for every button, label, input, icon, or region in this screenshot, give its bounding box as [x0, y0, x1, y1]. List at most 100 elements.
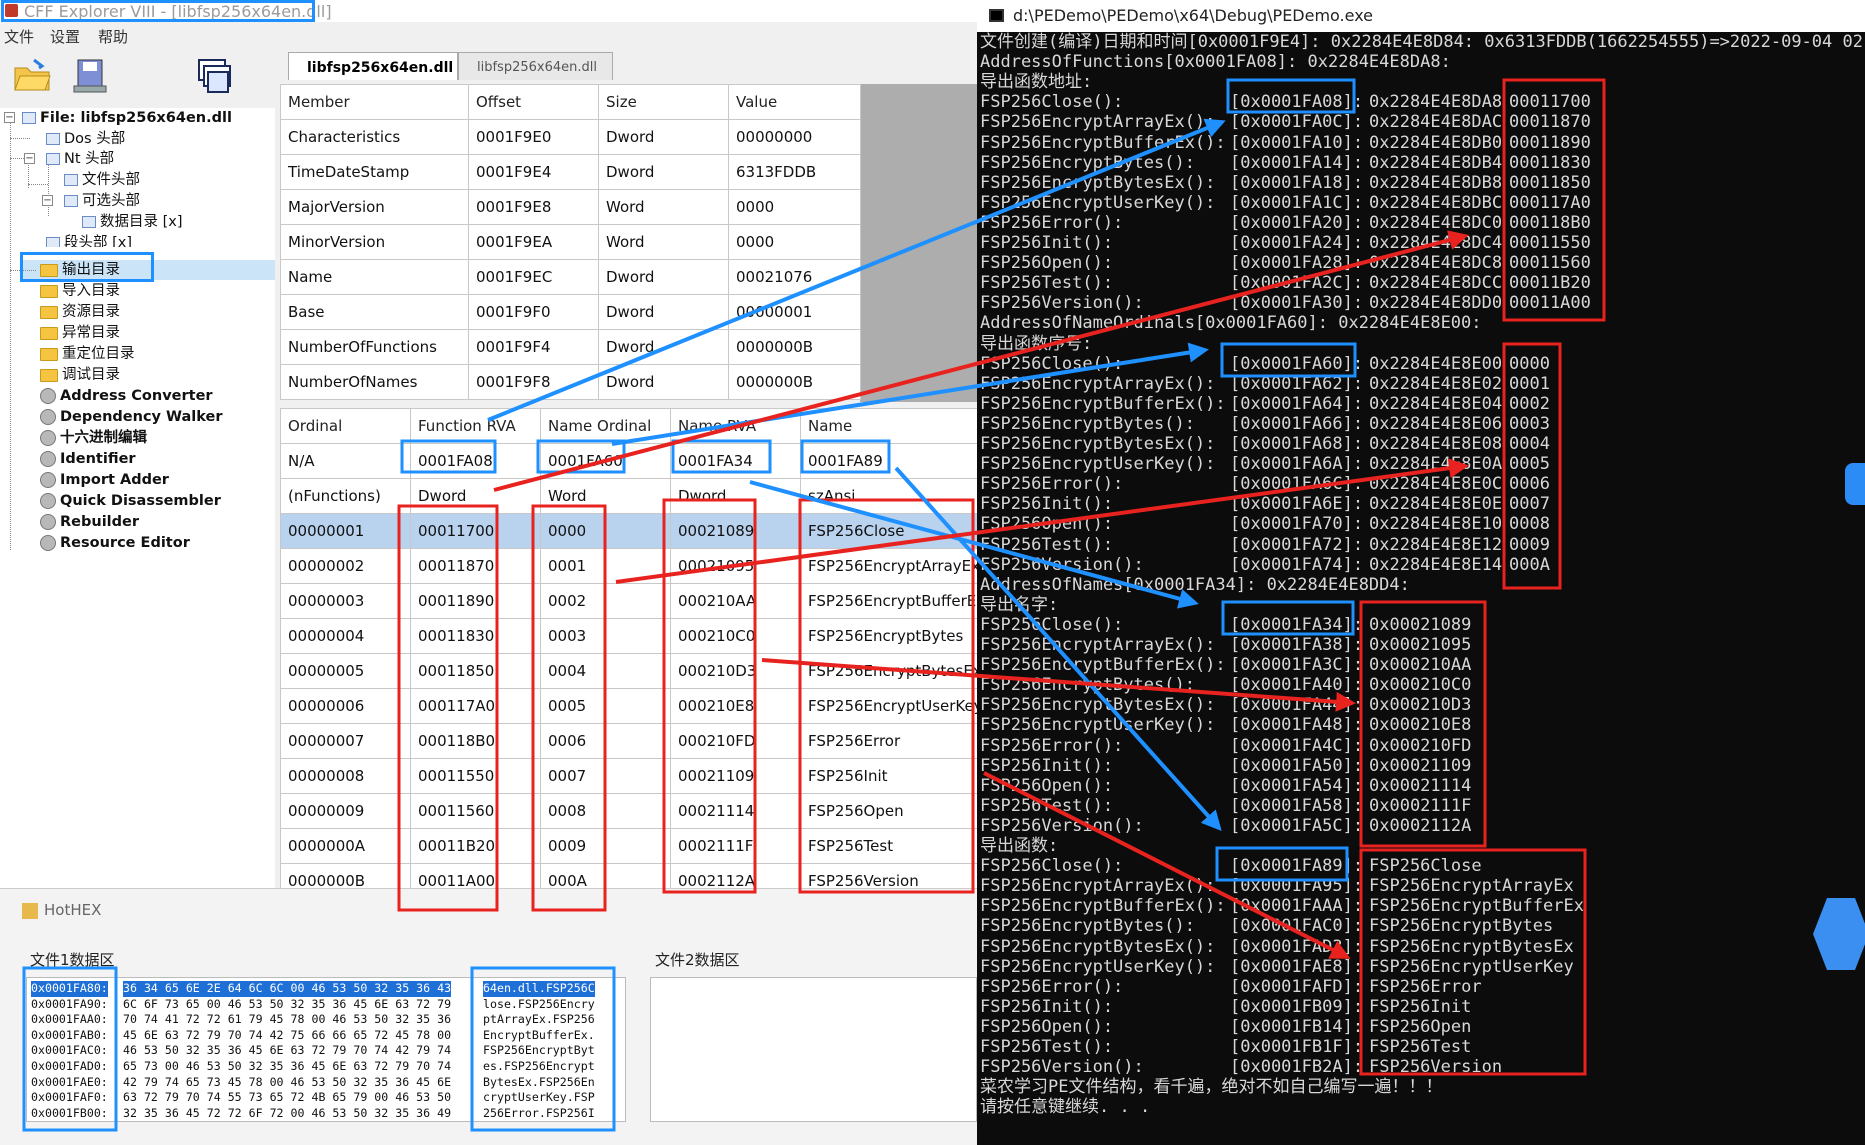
col-member[interactable]: Member — [280, 84, 469, 120]
tree-address-converter[interactable]: Address Converter — [40, 386, 213, 406]
console-field: FSP256Close(): — [980, 856, 1124, 877]
cell: MajorVersion — [280, 189, 469, 225]
tree-section-headers[interactable]: 段头部 [x] — [46, 233, 132, 247]
tree-import-adder[interactable]: Import Adder — [40, 470, 169, 490]
console-field: [0x0001FA4C]: — [1230, 735, 1364, 756]
console-field: 0x2284E4E8E08 — [1369, 434, 1503, 454]
hothex-app-icon — [22, 902, 38, 919]
cell: 00011870 — [410, 548, 541, 584]
tree-identifier[interactable]: Identifier — [40, 449, 136, 469]
hex-addr: 0x0001FAE0: — [31, 1074, 108, 1089]
tree-dependency-walker[interactable]: Dependency Walker — [40, 407, 223, 427]
hex-bytes: 6E 69 74 00 46 53 50 32 35 36 4F 70 65 6… — [123, 1121, 451, 1122]
menu-help[interactable]: 帮助 — [98, 26, 128, 47]
tree-root-file[interactable]: File: libfsp256x64en.dll — [22, 108, 232, 128]
open-folder-icon[interactable] — [12, 56, 52, 96]
table-row[interactable]: 00000007 000118B0 0006 000210FD FSP256Error — [280, 723, 977, 759]
tree-exception-directory[interactable]: 异常目录 — [40, 323, 120, 343]
table-row[interactable]: 00000004 00011830 0003 000210C0 FSP256Encryp… — [280, 618, 977, 654]
console-field: FSP256Test(): — [980, 273, 1114, 294]
col-offset[interactable]: Offset — [468, 84, 599, 120]
hex-bytes: 46 53 50 32 35 36 45 6E 63 72 79 70 74 4… — [123, 1043, 452, 1058]
cell: FSP256Close — [800, 513, 977, 549]
col-value[interactable]: Value — [728, 84, 861, 120]
cell: Dword — [410, 478, 541, 514]
tree-quick-disassembler[interactable]: Quick Disassembler — [40, 491, 221, 511]
col-name[interactable]: Name — [800, 408, 977, 444]
col-function-rva[interactable]: Function RVA — [410, 408, 541, 444]
console-field: FSP256Close(): — [980, 614, 1124, 635]
tree-data-directories[interactable]: 数据目录 [x] — [82, 212, 183, 232]
table-row[interactable]: NumberOfNames 0001F9F8 Dword 0000000B — [280, 364, 861, 400]
console-field: 0x000210D3 — [1369, 695, 1472, 716]
tree-resource-directory[interactable]: 资源目录 — [40, 302, 120, 322]
console-field: FSP256EncryptArrayEx — [1369, 876, 1574, 897]
tree-file-header[interactable]: 文件头部 — [64, 170, 140, 190]
cell: Word — [598, 224, 729, 260]
tree-hex-editor[interactable]: 十六进制编辑 — [40, 428, 147, 448]
table-row[interactable]: Base 0001F9F0 Dword 00000001 — [280, 294, 861, 330]
table-row[interactable]: 00000005 00011850 0004 000210D3 FSP256Encryp… — [280, 653, 977, 689]
offset-row[interactable]: N/A 0001FA08 0001FA60 0001FA34 0001FA89 — [280, 443, 977, 479]
tool-icon — [40, 409, 56, 425]
console-field: 0002 — [1509, 393, 1550, 414]
col-name-rva[interactable]: Name RVA — [670, 408, 801, 444]
console-section-heading: 导出名字: — [980, 594, 1059, 615]
tree-nt-header[interactable]: Nt 头部 — [46, 149, 114, 169]
console-field: FSP256Test(): — [980, 534, 1114, 555]
table-row[interactable]: 00000006 000117A0 0005 000210E8 FSP256Encryp… — [280, 688, 977, 724]
console-field: FSP256Version(): — [980, 1057, 1144, 1078]
cell: 00011560 — [410, 793, 541, 829]
table-row[interactable]: MinorVersion 0001F9EA Word 0000 — [280, 224, 861, 260]
cell: FSP256Test — [800, 828, 977, 864]
tree-collapse-optional[interactable]: − — [42, 195, 53, 206]
table-row[interactable]: Characteristics 0001F9E0 Dword 00000000 — [280, 119, 861, 155]
file2-hex-view[interactable] — [650, 977, 977, 1122]
tree-dos-header[interactable]: Dos 头部 — [46, 129, 125, 149]
col-size[interactable]: Size — [598, 84, 729, 120]
cell: 00000009 — [280, 793, 411, 829]
tree-collapse-root[interactable]: − — [4, 112, 15, 123]
table-row[interactable]: 00000002 00011870 0001 00021095 FSP256Encryp… — [280, 548, 977, 584]
table-row[interactable]: 00000008 00011550 0007 00021109 FSP256Init — [280, 758, 977, 794]
table-row[interactable]: Name 0001F9EC Dword 00021076 — [280, 259, 861, 295]
table-row[interactable]: 00000003 00011890 0002 000210AA FSP256Encryp… — [280, 583, 977, 619]
menu-settings[interactable]: 设置 — [50, 26, 80, 47]
tree-rebuilder[interactable]: Rebuilder — [40, 512, 139, 532]
tab-libfsp-active[interactable]: libfsp256x64en.dll — [288, 52, 458, 80]
table-row[interactable]: MajorVersion 0001F9E8 Word 0000 — [280, 189, 861, 225]
hex-ascii: cryptUserKey.FSP — [483, 1090, 595, 1105]
col-name-ordinal[interactable]: Name Ordinal — [540, 408, 671, 444]
tree-import-directory[interactable]: 导入目录 — [40, 281, 120, 301]
tree-resource-editor[interactable]: Resource Editor — [40, 533, 190, 553]
file1-hex-view[interactable]: 0x0001FA80: 36 34 65 6E 2E 64 6C 6C 00 46… — [26, 977, 626, 1122]
console-field: FSP256EncryptBufferEx(): — [980, 896, 1226, 917]
save-icon[interactable] — [70, 56, 110, 96]
cell: 0001FA08 — [410, 443, 541, 479]
console-field: FSP256Open(): — [980, 775, 1114, 796]
menu-file[interactable]: 文件 — [4, 26, 34, 47]
open-windows-icon[interactable] — [193, 56, 233, 96]
cell: 0001F9F0 — [468, 294, 599, 330]
export-dir-highlight-box — [20, 252, 154, 282]
tab-libfsp-second[interactable]: libfsp256x64en.dll — [458, 52, 613, 80]
tree-debug-directory[interactable]: 调试目录 — [40, 365, 120, 385]
table-row[interactable]: 00000009 00011560 0008 00021114 FSP256Open — [280, 793, 977, 829]
console-field: [0x0001FA0C]: — [1230, 112, 1364, 133]
table-row[interactable]: 0000000A 00011B20 0009 0002111F FSP256Test — [280, 828, 977, 864]
tree-collapse-nt[interactable]: − — [24, 153, 35, 164]
type-row[interactable]: (nFunctions) Dword Word Dword szAnsi — [280, 478, 977, 514]
tree-relocation-directory[interactable]: 重定位目录 — [40, 344, 135, 364]
table-row[interactable]: TimeDateStamp 0001F9E4 Dword 6313FDDB — [280, 154, 861, 190]
table-row[interactable]: 00000001 00011700 0000 00021089 FSP256Close — [280, 513, 977, 549]
table-row[interactable]: NumberOfFunctions 0001F9F4 Dword 0000000B — [280, 329, 861, 365]
side-float-icon[interactable] — [1845, 463, 1865, 505]
col-ordinal[interactable]: Ordinal — [280, 408, 411, 444]
cell: 00000006 — [280, 688, 411, 724]
console-field: FSP256EncryptArrayEx(): — [980, 373, 1216, 394]
cell: 0001F9EC — [468, 259, 599, 295]
console-footer: 请按任意键继续. . . — [980, 1097, 1151, 1118]
tree-optional-header[interactable]: 可选头部 — [64, 191, 140, 211]
console-field: 0008 — [1509, 514, 1550, 535]
hex-bytes: 45 6E 63 72 79 70 74 42 75 66 66 65 72 4… — [123, 1027, 452, 1042]
